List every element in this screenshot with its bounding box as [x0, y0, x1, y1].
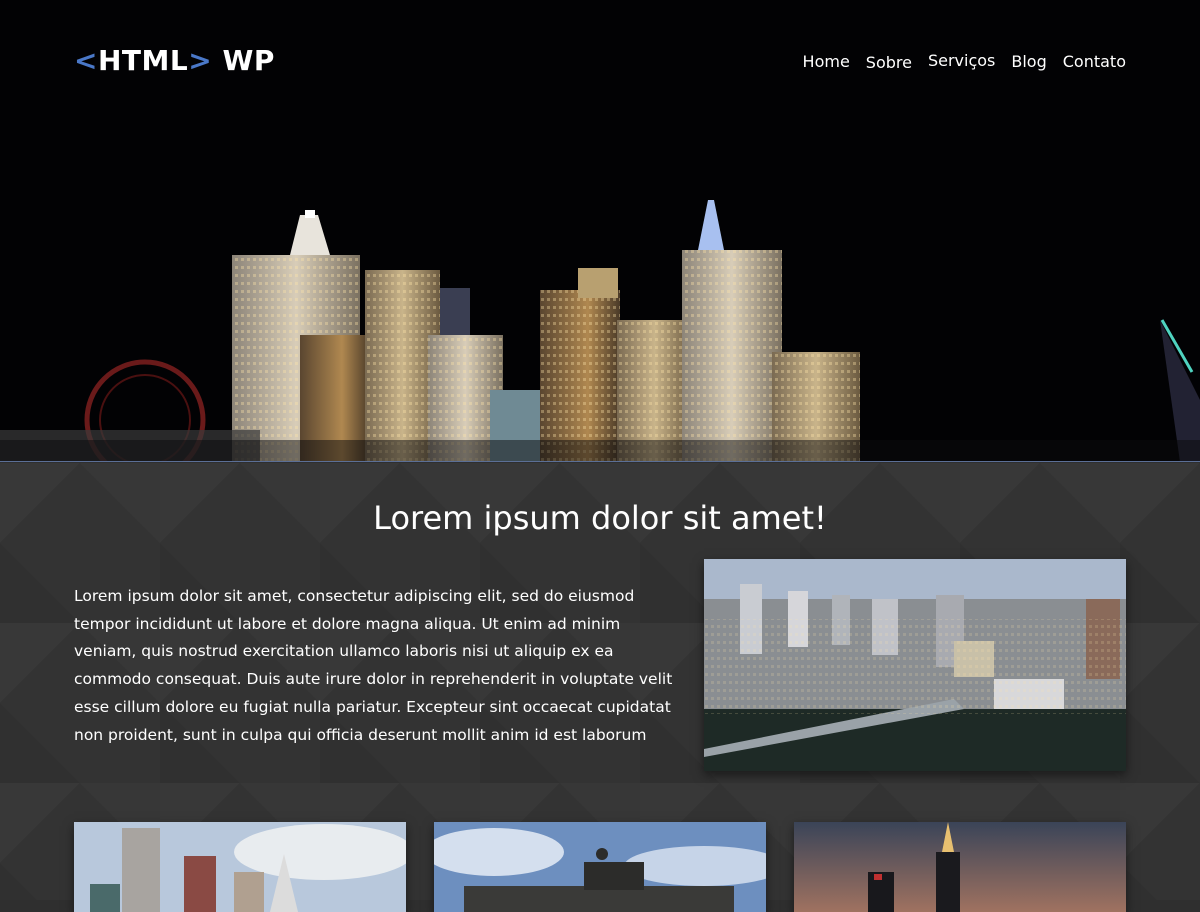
nav-item-blog[interactable]: Blog — [1011, 52, 1046, 72]
feature-city-image — [704, 559, 1126, 771]
hero-banner: <HTML> WP Home Sobre Serviços Blog Conta… — [0, 0, 1200, 462]
section-title: Lorem ipsum dolor sit amet! — [373, 499, 827, 537]
nav-item-home[interactable]: Home — [803, 52, 850, 72]
nav-item-sobre[interactable]: Sobre — [866, 53, 912, 72]
site-logo[interactable]: <HTML> WP — [74, 44, 275, 80]
nav-item-servicos[interactable]: Serviços — [928, 51, 995, 72]
main-nav: Home Sobre Serviços Blog Contato — [803, 51, 1126, 72]
content-section: Lorem ipsum dolor sit amet! Lorem ipsum … — [0, 463, 1200, 912]
thumbnail-3[interactable] — [794, 822, 1126, 912]
hero-divider — [0, 461, 1200, 462]
logo-word: HTML — [97, 44, 189, 77]
logo-open-bracket: < — [74, 44, 98, 77]
logo-close-bracket: > — [188, 44, 213, 77]
thumbnail-1[interactable] — [74, 822, 406, 912]
logo-suffix: WP — [222, 44, 275, 77]
nav-item-contato[interactable]: Contato — [1063, 52, 1126, 72]
section-text: Lorem ipsum dolor sit amet, consectetur … — [74, 587, 673, 744]
thumbnail-2[interactable] — [434, 822, 766, 912]
